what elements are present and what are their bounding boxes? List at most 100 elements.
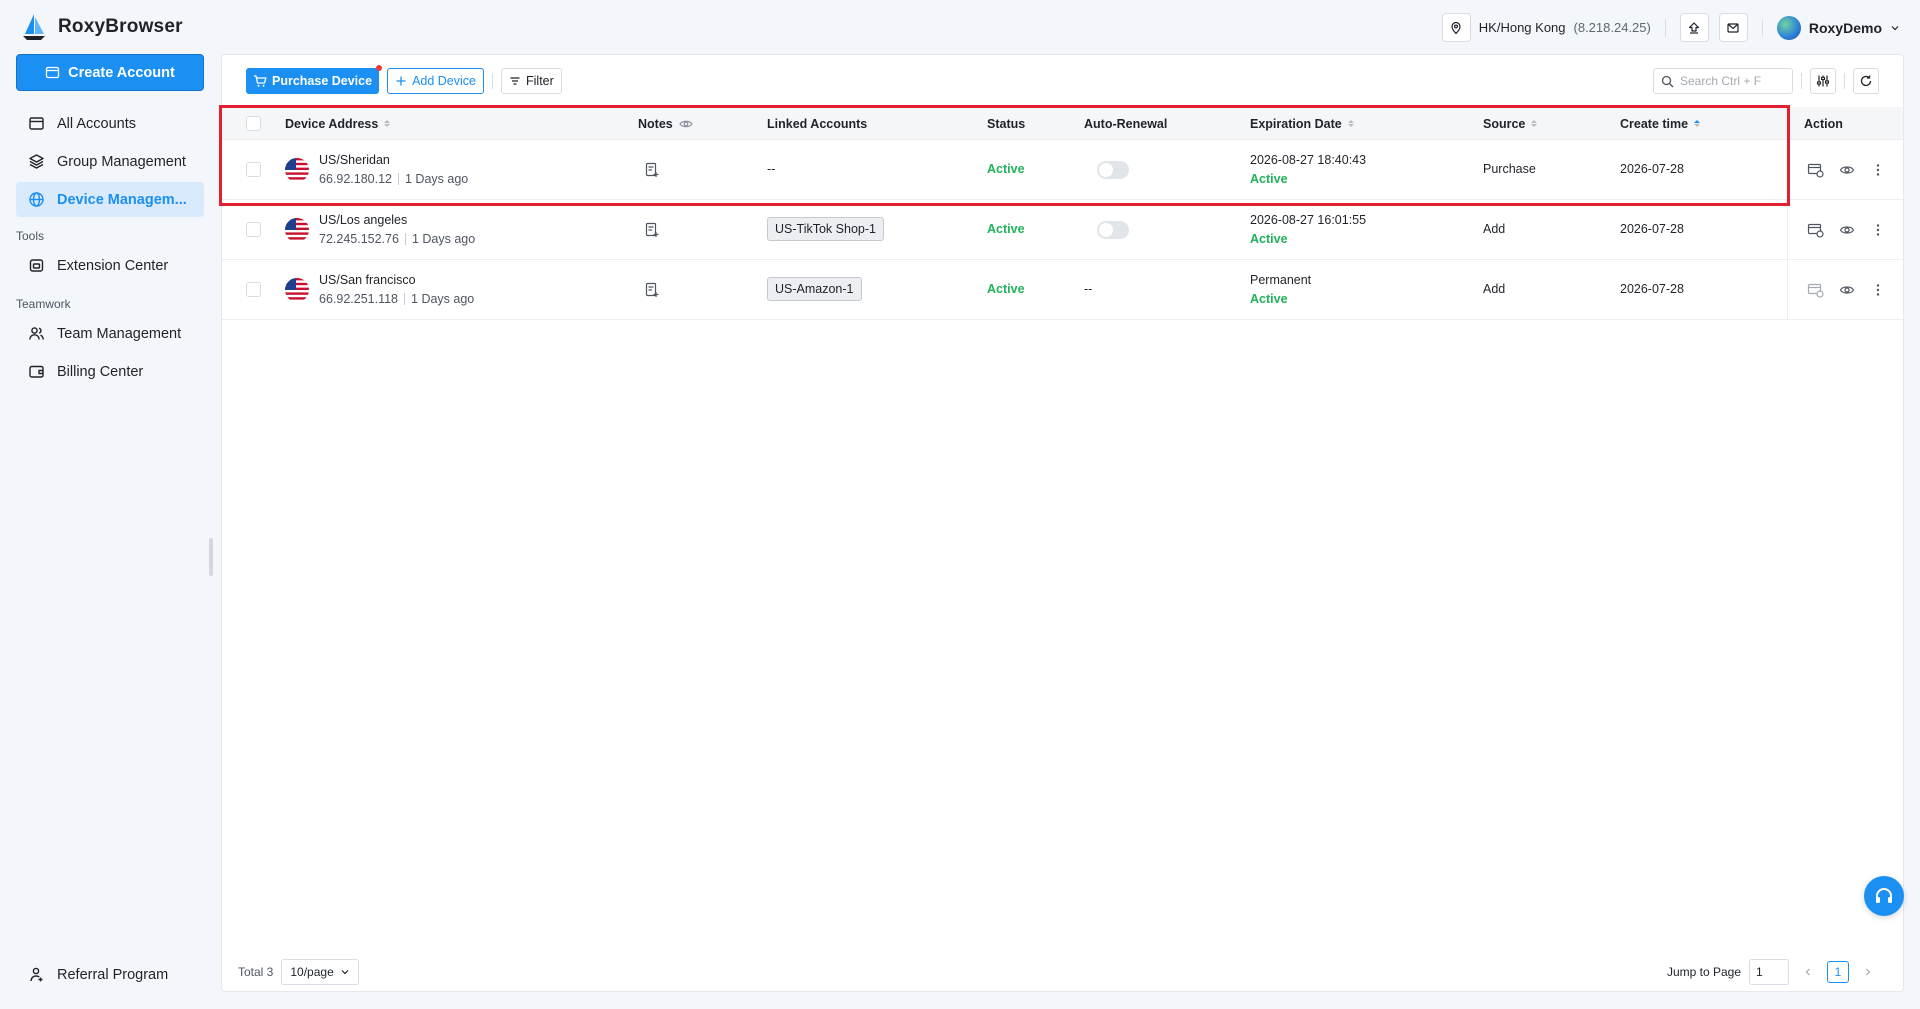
sidebar-item-billing-center[interactable]: Billing Center xyxy=(16,354,204,389)
row-actions xyxy=(1807,222,1886,238)
select-all-checkbox[interactable] xyxy=(246,116,261,131)
table-row[interactable]: US/Sheridan 66.92.180.12 1 Days ago -- Ac… xyxy=(222,140,1903,200)
jump-page-input[interactable]: 1 xyxy=(1749,959,1789,985)
sort-icon[interactable] xyxy=(1531,120,1538,127)
purchase-device-button[interactable]: Purchase Device xyxy=(246,65,383,94)
sort-icon[interactable] xyxy=(1347,120,1354,127)
sidebar-item-group-management[interactable]: Group Management xyxy=(16,144,204,179)
user-name: RoxyDemo xyxy=(1808,19,1882,36)
search-input[interactable]: Search Ctrl + F xyxy=(1653,68,1793,94)
toolbar: Purchase Device Add Device Filter xyxy=(246,65,562,94)
column-header-create-time[interactable]: Create time xyxy=(1620,107,1701,140)
source-cell: Purchase xyxy=(1483,162,1536,176)
column-settings-button[interactable] xyxy=(1810,68,1836,94)
add-note-icon[interactable] xyxy=(644,162,660,178)
team-icon xyxy=(29,327,44,340)
sidebar-item-label: Extension Center xyxy=(57,257,169,274)
chevron-right-icon xyxy=(1866,968,1871,976)
change-proxy-icon[interactable] xyxy=(1807,162,1824,178)
change-proxy-icon[interactable] xyxy=(1807,222,1824,238)
sort-icon[interactable] xyxy=(1694,120,1701,127)
chevron-down-icon xyxy=(341,970,349,975)
us-flag-icon xyxy=(285,158,309,182)
more-vertical-icon[interactable] xyxy=(1870,162,1886,178)
view-icon[interactable] xyxy=(1839,282,1855,298)
sidebar-item-label: Referral Program xyxy=(57,966,169,983)
add-note-icon[interactable] xyxy=(644,282,660,298)
row-checkbox[interactable] xyxy=(246,162,261,177)
add-note-icon[interactable] xyxy=(644,222,660,238)
page-size-select[interactable]: 10/page xyxy=(281,959,359,985)
sidebar-item-referral-program[interactable]: Referral Program xyxy=(16,957,204,992)
column-label: Source xyxy=(1483,116,1526,131)
jump-label: Jump to Page xyxy=(1666,965,1741,979)
column-header-device-address[interactable]: Device Address xyxy=(285,107,391,140)
status-badge: Active xyxy=(987,162,1025,176)
column-header-expiration-date[interactable]: Expiration Date xyxy=(1250,107,1354,140)
sidebar-resize-handle[interactable] xyxy=(209,538,213,576)
sidebar-item-label: All Accounts xyxy=(57,115,136,132)
create-window-icon xyxy=(46,66,60,79)
column-header-linked-accounts: Linked Accounts xyxy=(767,107,867,140)
linked-account-tag[interactable]: US-Amazon-1 xyxy=(767,277,862,301)
location-pin-icon[interactable] xyxy=(1441,13,1471,42)
sort-icon[interactable] xyxy=(384,120,391,127)
support-button[interactable] xyxy=(1864,876,1904,916)
linked-accounts-empty: -- xyxy=(767,162,776,176)
view-icon[interactable] xyxy=(1839,162,1855,178)
headset-icon xyxy=(1876,888,1892,903)
device-ip: 66.92.180.12 xyxy=(319,172,392,186)
row-checkbox[interactable] xyxy=(246,222,261,237)
divider xyxy=(1801,73,1802,89)
sidebar-item-extension-center[interactable]: Extension Center xyxy=(16,248,204,283)
device-age: 1 Days ago xyxy=(411,292,475,306)
extension-icon xyxy=(29,259,44,272)
table-row[interactable]: US/San francisco 66.92.251.118 1 Days ago… xyxy=(222,260,1903,320)
sidebar: Create Account All Accounts Group Manage… xyxy=(0,54,216,1009)
plus-icon xyxy=(396,76,406,86)
next-page-button[interactable] xyxy=(1857,961,1879,983)
table-row[interactable]: US/Los angeles 72.245.152.76 1 Days ago U… xyxy=(222,200,1903,260)
auto-renewal-toggle[interactable] xyxy=(1097,161,1129,179)
column-header-source[interactable]: Source xyxy=(1483,107,1538,140)
location-ip: (8.218.24.25) xyxy=(1573,20,1651,35)
source-cell: Add xyxy=(1483,222,1506,236)
globe-icon xyxy=(29,192,44,207)
view-icon[interactable] xyxy=(1839,222,1855,238)
add-device-button[interactable]: Add Device xyxy=(387,68,484,94)
device-age: 1 Days ago xyxy=(405,172,469,186)
user-menu[interactable]: RoxyDemo xyxy=(1776,15,1900,40)
column-label: Status xyxy=(987,116,1026,131)
linked-account-tag[interactable]: US-TikTok Shop-1 xyxy=(767,217,884,241)
prev-page-button[interactable] xyxy=(1797,961,1819,983)
refresh-button[interactable] xyxy=(1853,68,1879,94)
source-cell: Add xyxy=(1483,282,1506,296)
filter-button[interactable]: Filter xyxy=(501,68,562,94)
create-account-button[interactable]: Create Account xyxy=(16,54,204,91)
row-checkbox[interactable] xyxy=(246,282,261,297)
pagination-summary: Total 3 10/page xyxy=(238,959,359,985)
sidebar-item-device-management[interactable]: Device Managem... xyxy=(16,182,204,217)
pagination: Jump to Page 1 1 xyxy=(1667,959,1879,985)
current-page-button[interactable]: 1 xyxy=(1827,961,1849,983)
cart-icon xyxy=(254,75,267,87)
more-vertical-icon[interactable] xyxy=(1870,282,1886,298)
column-header-auto-renewal: Auto-Renewal xyxy=(1084,107,1167,140)
mail-icon[interactable] xyxy=(1718,13,1748,42)
change-proxy-icon[interactable] xyxy=(1807,282,1824,298)
add-device-label: Add Device xyxy=(412,74,476,88)
proxy-location[interactable]: HK/Hong Kong (8.218.24.25) xyxy=(1441,13,1651,42)
create-time-cell: 2026-07-28 xyxy=(1620,162,1684,176)
search-icon xyxy=(1661,75,1674,87)
sidebar-item-label: Billing Center xyxy=(57,363,144,380)
auto-renewal-toggle[interactable] xyxy=(1097,221,1129,239)
sidebar-item-all-accounts[interactable]: All Accounts xyxy=(16,106,204,141)
eye-icon[interactable] xyxy=(679,117,693,131)
expiration-date: 2026-08-27 18:40:43 xyxy=(1250,153,1367,167)
calendar-icon xyxy=(29,117,44,130)
more-vertical-icon[interactable] xyxy=(1870,222,1886,238)
layers-icon xyxy=(29,154,44,169)
upload-icon[interactable] xyxy=(1679,13,1709,42)
sliders-icon xyxy=(1816,75,1830,87)
sidebar-item-team-management[interactable]: Team Management xyxy=(16,316,204,351)
